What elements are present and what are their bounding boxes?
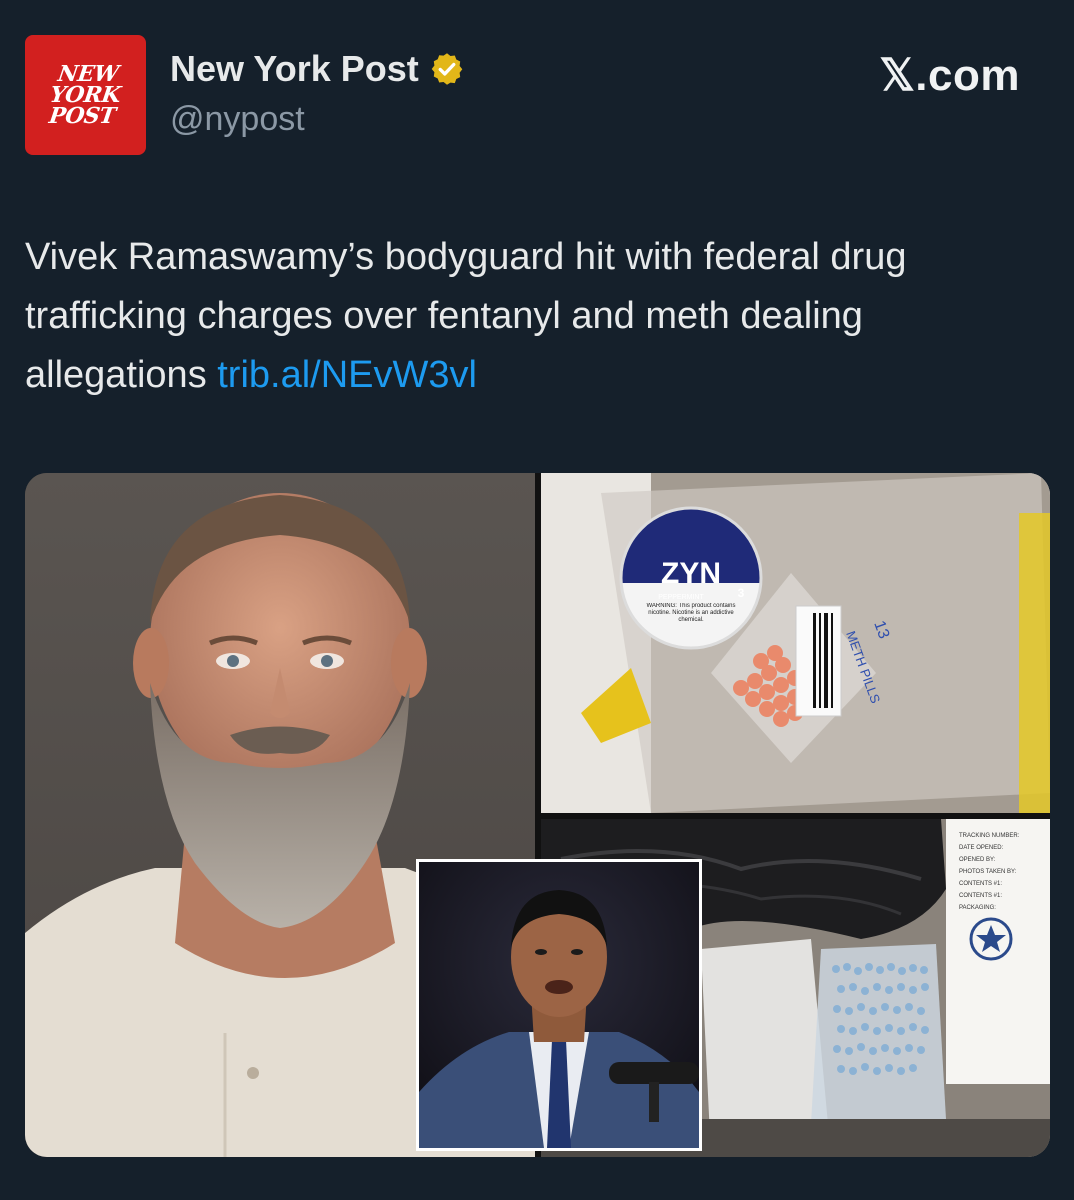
verified-badge-icon xyxy=(431,53,463,85)
media-grid[interactable]: ZYN 3 PEPPERMINT WARNING: This product c… xyxy=(25,473,1050,1157)
zyn-strength: 3 xyxy=(738,586,745,600)
form-date-opened: DATE OPENED: xyxy=(959,845,1004,851)
form-tracking-number: TRACKING NUMBER: xyxy=(959,833,1020,839)
zyn-flavor: PEPPERMINT xyxy=(658,594,704,601)
evidence-bag-illustration: ZYN 3 PEPPERMINT WARNING: This product c… xyxy=(541,473,1050,813)
form-contents-1: CONTENTS #1: xyxy=(959,881,1002,887)
name-row: New York Post xyxy=(170,48,465,90)
tweet-text: Vivek Ramaswamy’s bodyguard hit with fed… xyxy=(25,228,1035,405)
form-contents-2: CONTENTS #1: xyxy=(959,893,1002,899)
xcom-watermark: 𝕏.com xyxy=(879,51,1020,100)
form-packaging: PACKAGING: xyxy=(959,905,996,911)
zyn-warning: WARNING: This product contains nicotine.… xyxy=(646,603,735,623)
display-name[interactable]: New York Post xyxy=(170,48,419,90)
handle[interactable]: @nypost xyxy=(170,100,305,139)
evidence-bag-photo[interactable]: ZYN 3 PEPPERMINT WARNING: This product c… xyxy=(541,473,1050,813)
inset-speaker-photo[interactable] xyxy=(416,859,702,1151)
speaker-illustration xyxy=(419,862,699,1148)
zyn-brand: ZYN xyxy=(661,557,721,590)
form-photos-taken-by: PHOTOS TAKEN BY: xyxy=(959,869,1017,875)
avatar[interactable]: NEW YORK POST xyxy=(25,35,146,155)
tweet-header: NEW YORK POST New York Post @nypost 𝕏.co… xyxy=(0,0,1074,190)
nypost-logo: NEW YORK POST xyxy=(47,60,123,129)
form-opened-by: OPENED BY: xyxy=(959,857,996,863)
tweet-link[interactable]: trib.al/NEvW3vl xyxy=(217,354,477,396)
